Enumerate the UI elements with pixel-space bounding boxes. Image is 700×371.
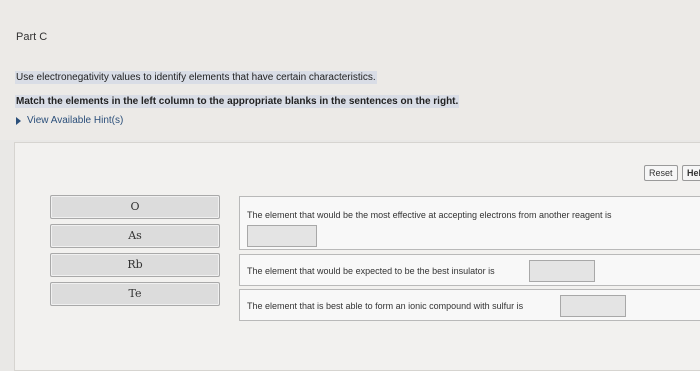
reset-button[interactable]: Reset <box>644 165 678 181</box>
sentence-text: The element that would be expected to be… <box>247 266 495 276</box>
sentence-target-3: The element that is best able to form an… <box>239 289 700 321</box>
sentence-target-1: The element that would be the most effec… <box>239 196 700 250</box>
view-hints-link[interactable]: View Available Hint(s) <box>16 115 123 126</box>
element-chip-o[interactable]: O <box>50 195 220 219</box>
question-header: Part C Use electronegativity values to i… <box>0 0 700 140</box>
drop-blank[interactable] <box>247 225 317 247</box>
help-button[interactable]: Hel <box>682 165 700 181</box>
element-chip-te[interactable]: Te <box>50 282 220 306</box>
instruction-text: Use electronegativity values to identify… <box>15 71 377 84</box>
element-chip-rb[interactable]: Rb <box>50 253 220 277</box>
triangle-right-icon <box>16 116 21 125</box>
drop-blank[interactable] <box>529 260 595 282</box>
drop-blank[interactable] <box>560 295 626 317</box>
sentence-target-2: The element that would be expected to be… <box>239 254 700 286</box>
instruction-bold-text: Match the elements in the left column to… <box>15 95 460 108</box>
part-title: Part C <box>16 31 48 43</box>
element-chip-as[interactable]: As <box>50 224 220 248</box>
sentence-text: The element that would be the most effec… <box>247 210 612 220</box>
view-hints-label: View Available Hint(s) <box>27 115 124 126</box>
sentence-text: The element that is best able to form an… <box>247 301 524 311</box>
